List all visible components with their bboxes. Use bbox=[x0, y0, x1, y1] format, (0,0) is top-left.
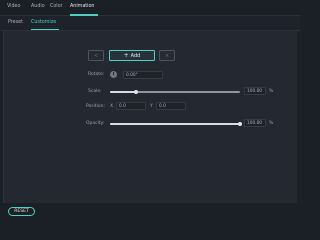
active-subtab-indicator bbox=[31, 28, 59, 30]
rotate-input[interactable]: 0.00° bbox=[123, 71, 163, 79]
add-keyframe-label: Add bbox=[130, 52, 141, 59]
scale-slider-fill bbox=[110, 91, 136, 93]
plus-icon: + bbox=[123, 51, 129, 59]
position-label: Position: bbox=[86, 104, 106, 109]
tab-color[interactable]: Color bbox=[50, 4, 63, 9]
position-x-input[interactable]: 0.0 bbox=[116, 102, 146, 110]
tab-customize[interactable]: Customize bbox=[31, 20, 56, 25]
tab-video[interactable]: Video bbox=[7, 4, 20, 9]
sub-tab-bar: Preset Customize bbox=[0, 16, 300, 31]
delete-keyframe-button[interactable]: × bbox=[159, 50, 175, 61]
opacity-label: Opacity: bbox=[86, 121, 105, 126]
position-x-label: X bbox=[110, 104, 114, 109]
opacity-slider-handle[interactable] bbox=[238, 121, 242, 126]
add-keyframe-button[interactable]: + Add bbox=[109, 50, 155, 61]
position-y-label: Y bbox=[150, 104, 153, 109]
scale-input[interactable]: 100.00 bbox=[244, 87, 266, 95]
tab-audio[interactable]: Audio bbox=[31, 4, 45, 9]
chevron-left-icon: < bbox=[93, 53, 99, 59]
top-tab-bar: Video Audio Color Animation bbox=[0, 0, 300, 16]
previous-keyframe-button[interactable]: < bbox=[88, 50, 104, 61]
opacity-slider-fill bbox=[110, 123, 240, 125]
opacity-unit: % bbox=[269, 121, 274, 126]
reset-button[interactable]: RESET bbox=[8, 207, 35, 216]
opacity-input[interactable]: 100.00 bbox=[244, 119, 266, 127]
scale-label: Scale: bbox=[88, 89, 102, 94]
tab-animation[interactable]: Animation bbox=[70, 4, 94, 9]
rotate-dial[interactable] bbox=[110, 71, 117, 78]
rotate-label: Rotate: bbox=[88, 72, 105, 77]
position-y-input[interactable]: 0.0 bbox=[156, 102, 186, 110]
tab-preset[interactable]: Preset bbox=[8, 20, 23, 25]
close-icon: × bbox=[164, 53, 170, 59]
scale-slider-handle[interactable] bbox=[134, 89, 138, 94]
scale-unit: % bbox=[269, 89, 274, 94]
